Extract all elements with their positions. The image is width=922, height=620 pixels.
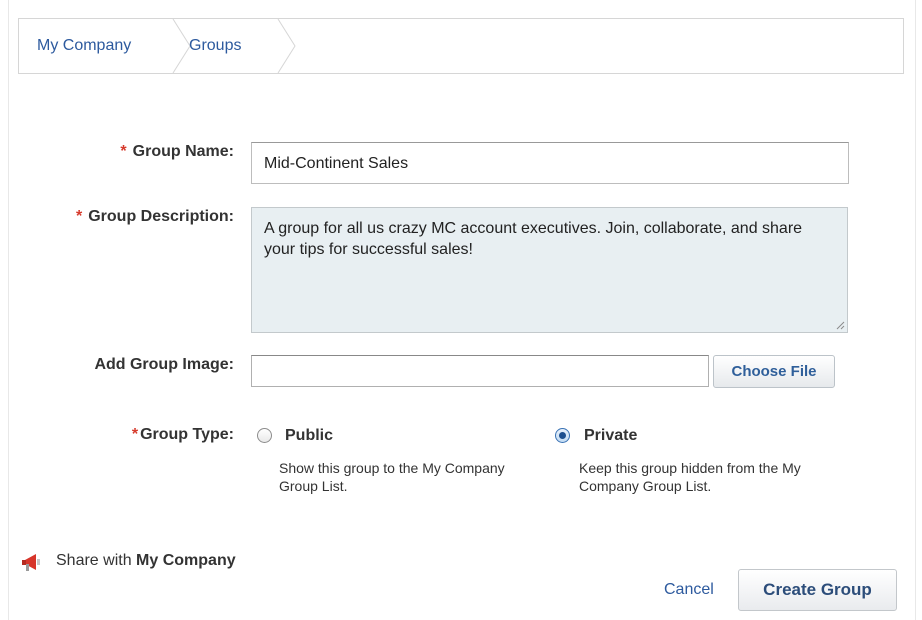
breadcrumb-chevron-icon — [277, 19, 296, 73]
group-image-label: Add Group Image: — [94, 356, 234, 373]
public-description: Show this group to the My Company Group … — [279, 460, 505, 494]
required-mark: * — [75, 208, 83, 225]
breadcrumb-my-company[interactable]: My Company — [37, 19, 131, 73]
create-group-button[interactable]: Create Group — [738, 569, 897, 611]
group-description-label: * Group Description: — [75, 208, 234, 225]
required-mark: * — [131, 426, 139, 443]
breadcrumb-groups[interactable]: Groups — [189, 19, 241, 73]
public-radio-label[interactable]: Public — [285, 427, 333, 445]
cancel-link[interactable]: Cancel — [664, 581, 714, 599]
private-description: Keep this group hidden from the My Compa… — [579, 460, 801, 494]
private-radio[interactable] — [555, 428, 570, 443]
group-name-input[interactable]: Mid-Continent Sales — [251, 142, 849, 184]
choose-file-button[interactable]: Choose File — [713, 355, 835, 388]
group-type-label: * Group Type: — [131, 426, 234, 443]
group-name-label: * Group Name: — [120, 143, 234, 160]
radio-selected-dot — [559, 432, 566, 439]
private-radio-label[interactable]: Private — [584, 427, 637, 445]
public-radio[interactable] — [257, 428, 272, 443]
share-with-label: Share with My Company — [56, 552, 236, 569]
group-image-file-field[interactable] — [251, 355, 709, 387]
share-target: My Company — [136, 552, 236, 569]
breadcrumb: My Company Groups — [18, 18, 904, 74]
megaphone-icon — [22, 554, 40, 571]
group-description-textarea[interactable]: A group for all us crazy MC account exec… — [251, 207, 848, 333]
resize-grip-icon[interactable] — [835, 320, 845, 330]
required-mark: * — [120, 143, 127, 160]
